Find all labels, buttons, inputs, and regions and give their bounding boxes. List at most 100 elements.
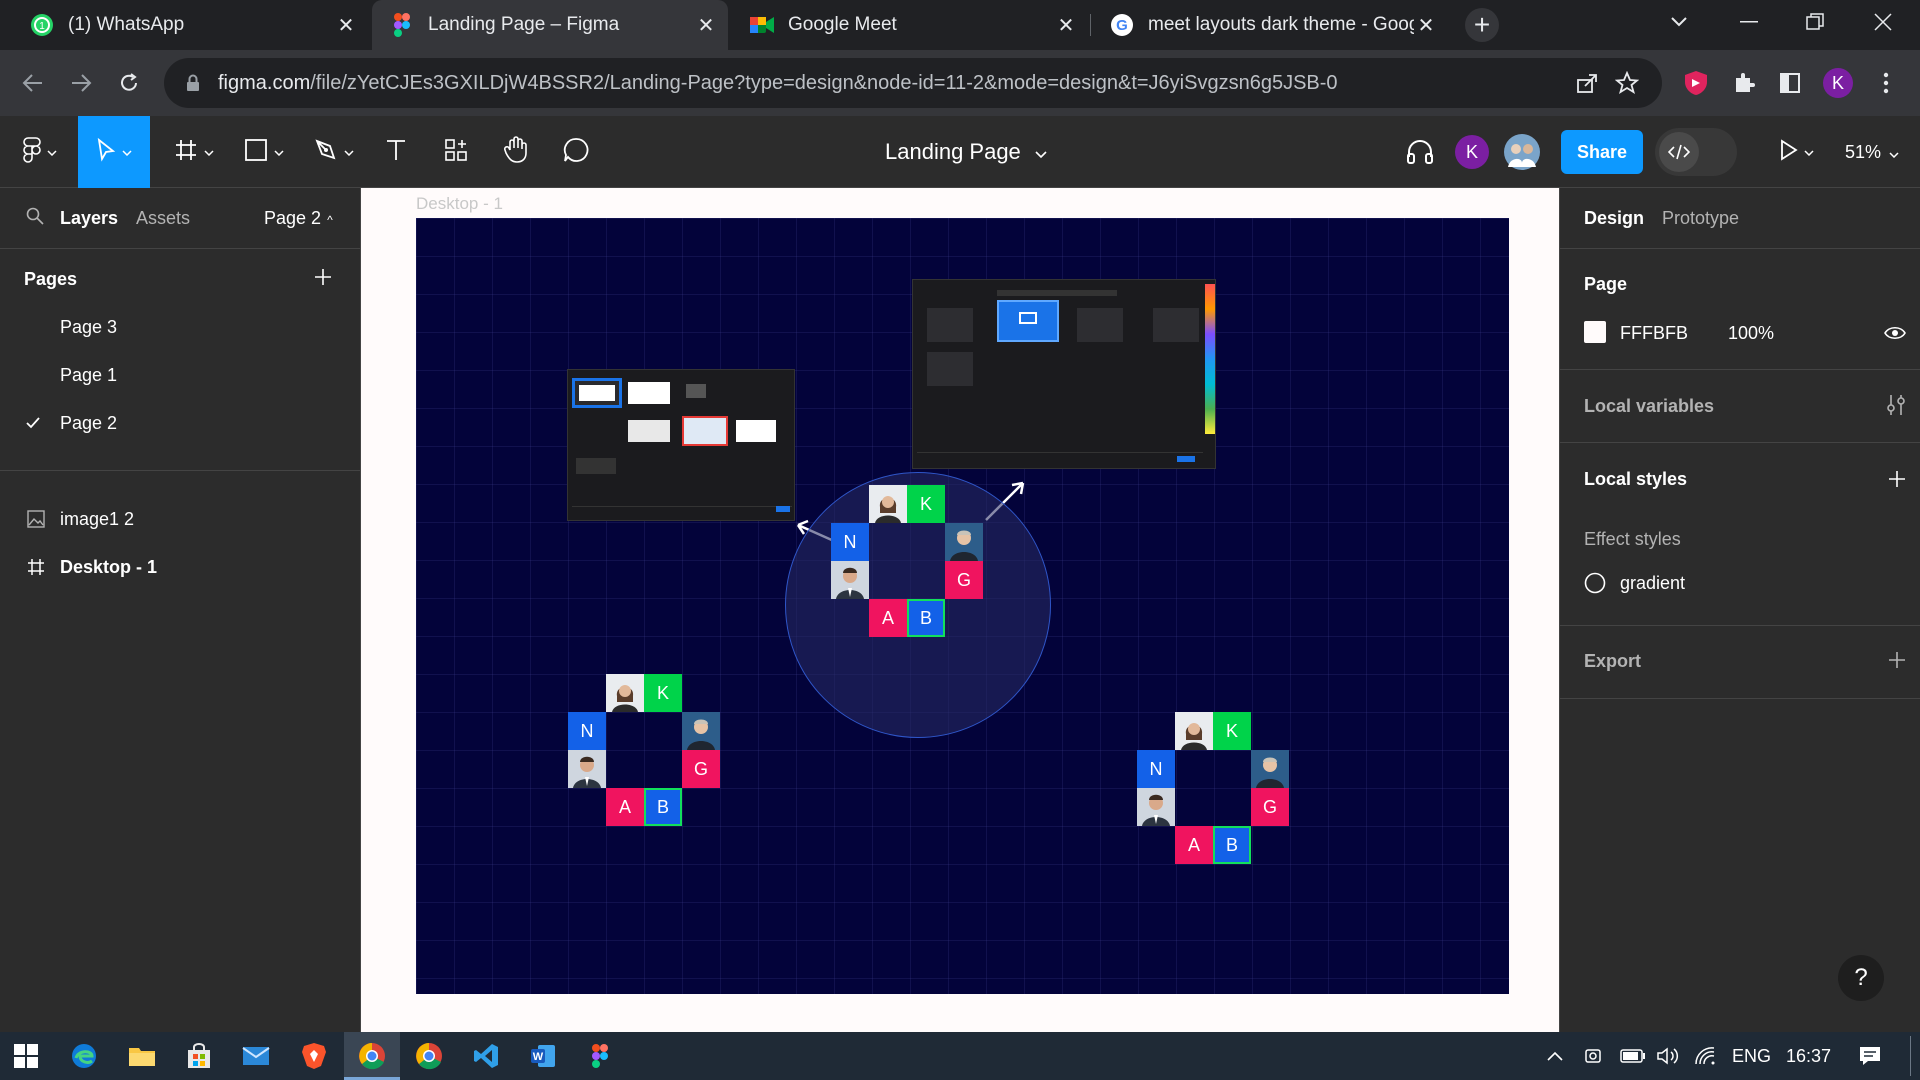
vscode-icon[interactable] xyxy=(470,1040,502,1072)
edge-browser-icon[interactable] xyxy=(68,1040,100,1072)
text-tool-button[interactable] xyxy=(374,116,418,188)
browser-menu-icon[interactable] xyxy=(1870,67,1902,99)
participant-tile-b[interactable]: B xyxy=(1213,826,1251,864)
tab-assets[interactable]: Assets xyxy=(136,208,190,229)
participant-photo-tile[interactable] xyxy=(682,712,720,750)
close-window-icon[interactable] xyxy=(1854,0,1912,44)
main-menu-button[interactable] xyxy=(10,116,70,188)
close-tab-icon[interactable]: ✕ xyxy=(1414,13,1438,37)
dev-mode-toggle[interactable] xyxy=(1655,128,1737,176)
extensions-puzzle-icon[interactable] xyxy=(1728,67,1760,99)
participant-tile-a[interactable]: A xyxy=(606,788,644,826)
camera-icon[interactable] xyxy=(1584,1032,1606,1080)
document-title-menu[interactable]: Landing Page xyxy=(885,116,1047,188)
network-icon[interactable] xyxy=(1694,1032,1716,1080)
brave-browser-icon[interactable] xyxy=(298,1040,330,1072)
close-tab-icon[interactable]: ✕ xyxy=(694,13,718,37)
participant-tile-k[interactable]: K xyxy=(644,674,682,712)
page-color-input[interactable]: FFFBFB xyxy=(1620,323,1688,344)
figma-app-icon[interactable] xyxy=(584,1040,616,1072)
tab-search-icon[interactable] xyxy=(1650,0,1708,44)
word-icon[interactable]: W xyxy=(527,1040,559,1072)
help-button[interactable]: ? xyxy=(1838,955,1884,1001)
lock-icon[interactable] xyxy=(182,72,204,94)
comment-tool-button[interactable] xyxy=(552,116,600,188)
frame-tool-button[interactable] xyxy=(164,116,224,188)
restore-icon[interactable] xyxy=(1786,0,1844,44)
shape-tool-button[interactable] xyxy=(234,116,294,188)
close-tab-icon[interactable]: ✕ xyxy=(334,13,358,37)
minimize-icon[interactable] xyxy=(1720,0,1778,44)
participant-photo-tile[interactable] xyxy=(568,750,606,788)
battery-icon[interactable] xyxy=(1620,1032,1646,1080)
collaborator-photo-avatar[interactable] xyxy=(1500,116,1544,188)
share-button[interactable]: Share xyxy=(1561,130,1643,174)
participant-photo-tile[interactable] xyxy=(606,674,644,712)
effect-style-item[interactable]: gradient xyxy=(1584,567,1884,599)
file-explorer-icon[interactable] xyxy=(126,1040,158,1072)
participant-photo-tile[interactable] xyxy=(1137,788,1175,826)
participant-tile-a[interactable]: A xyxy=(1175,826,1213,864)
notifications-icon[interactable] xyxy=(1858,1032,1882,1080)
participant-tile-g[interactable]: G xyxy=(682,750,720,788)
add-page-icon[interactable] xyxy=(314,268,332,291)
participant-tile-b[interactable]: B xyxy=(907,599,945,637)
chrome-icon[interactable] xyxy=(356,1040,388,1072)
desktop-frame[interactable]: KNGAB KNGAB KNGAB xyxy=(416,218,1509,994)
zoom-menu[interactable]: 51% xyxy=(1845,116,1899,188)
local-variables-label[interactable]: Local variables xyxy=(1584,396,1714,417)
chrome-icon[interactable] xyxy=(413,1040,445,1072)
search-icon[interactable] xyxy=(26,207,44,230)
page-opacity-input[interactable]: 100% xyxy=(1728,323,1774,344)
side-panel-icon[interactable] xyxy=(1774,67,1806,99)
volume-icon[interactable] xyxy=(1656,1032,1680,1080)
audio-headphones-icon[interactable] xyxy=(1400,116,1440,188)
layer-item-desktop-frame[interactable]: Desktop - 1 xyxy=(0,543,361,591)
profile-avatar[interactable]: K xyxy=(1822,67,1854,99)
participant-photo-tile[interactable] xyxy=(945,523,983,561)
new-tab-button[interactable]: + xyxy=(1465,8,1499,42)
page-switcher[interactable]: Page 2 ^ xyxy=(264,208,333,229)
add-style-icon[interactable] xyxy=(1888,470,1906,493)
participant-tile-a[interactable]: A xyxy=(869,599,907,637)
page-item-page-2[interactable]: Page 2 xyxy=(0,399,361,447)
participant-ring-left[interactable]: KN GAB xyxy=(568,674,720,826)
hand-tool-button[interactable] xyxy=(492,116,540,188)
participant-tile-n[interactable]: N xyxy=(1137,750,1175,788)
tab-google-search[interactable]: G meet layouts dark theme - Goog ✕ xyxy=(1092,0,1448,50)
forward-icon[interactable] xyxy=(62,64,100,102)
frame-label[interactable]: Desktop - 1 xyxy=(416,194,503,214)
add-export-icon[interactable] xyxy=(1888,651,1906,674)
store-icon[interactable] xyxy=(183,1040,215,1072)
share-page-icon[interactable] xyxy=(1574,70,1600,96)
bookmark-star-icon[interactable] xyxy=(1614,70,1640,96)
present-button[interactable] xyxy=(1768,116,1826,188)
tab-prototype[interactable]: Prototype xyxy=(1662,208,1739,229)
tab-design[interactable]: Design xyxy=(1584,208,1644,229)
clock[interactable]: 16:37 xyxy=(1786,1032,1831,1080)
move-tool-button[interactable] xyxy=(78,116,150,188)
participant-tile-n[interactable]: N xyxy=(568,712,606,750)
collaborator-avatar[interactable]: K xyxy=(1452,116,1492,188)
design-canvas[interactable]: Desktop - 1 K N G A B K N G A B K N G A … xyxy=(361,188,1559,1032)
tab-google-meet[interactable]: Google Meet ✕ xyxy=(732,0,1088,50)
variables-sliders-icon[interactable] xyxy=(1886,394,1906,421)
language-indicator[interactable]: ENG xyxy=(1732,1032,1771,1080)
reload-icon[interactable] xyxy=(110,64,148,102)
participant-photo-tile[interactable] xyxy=(831,561,869,599)
close-tab-icon[interactable]: ✕ xyxy=(1054,13,1078,37)
mail-icon[interactable] xyxy=(240,1040,272,1072)
pen-tool-button[interactable] xyxy=(304,116,364,188)
tab-figma[interactable]: Landing Page – Figma ✕ xyxy=(372,0,728,50)
layer-item-image[interactable]: image1 2 xyxy=(0,495,361,543)
windows-start-icon[interactable] xyxy=(10,1040,42,1072)
resources-tool-button[interactable] xyxy=(432,116,480,188)
participant-photo-tile[interactable] xyxy=(1175,712,1213,750)
show-desktop-button[interactable] xyxy=(1910,1036,1911,1076)
participant-photo-tile[interactable] xyxy=(1251,750,1289,788)
participant-tile-n[interactable]: N xyxy=(831,523,869,561)
page-color-swatch[interactable] xyxy=(1584,321,1606,343)
back-icon[interactable] xyxy=(14,64,52,102)
page-item-page-1[interactable]: Page 1 xyxy=(0,351,361,399)
extension-shield-icon[interactable] xyxy=(1680,67,1712,99)
